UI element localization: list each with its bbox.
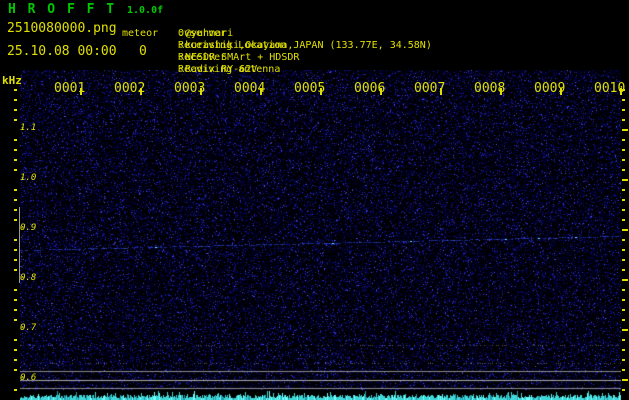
output-filename: 2510080000.png (7, 21, 117, 36)
freq-tick (622, 199, 625, 201)
info-value: Radix RY-62V (185, 64, 258, 75)
freq-tick (622, 289, 625, 291)
freq-tick (622, 379, 628, 381)
freq-tick (14, 309, 17, 311)
freq-tick (622, 229, 628, 231)
time-tick (380, 88, 382, 95)
time-tick (80, 88, 82, 95)
freq-tick (622, 309, 625, 311)
freq-tick (14, 199, 17, 201)
freq-tick (622, 129, 628, 131)
freq-tick (14, 389, 17, 391)
info-separator: : (178, 28, 185, 39)
freq-tick (14, 99, 17, 101)
meteor-count-label: meteor (122, 28, 159, 39)
freq-tick (622, 369, 625, 371)
freq-tick (14, 269, 17, 271)
freq-axis-unit: kHz (2, 74, 22, 87)
time-tick (200, 88, 202, 95)
info-separator: : (178, 64, 185, 75)
freq-tick (622, 109, 625, 111)
freq-tick (622, 139, 625, 141)
freq-tick (14, 299, 17, 301)
time-tick (500, 88, 502, 95)
freq-tick (14, 249, 17, 251)
time-tick (260, 88, 262, 95)
freq-tick (14, 289, 17, 291)
freq-tick (622, 249, 625, 251)
freq-tick (622, 119, 625, 121)
info-value: kurashiki,Okayama,JAPAN (133.77E, 34.58N… (185, 40, 432, 51)
freq-tick (622, 349, 625, 351)
freq-tick (622, 209, 625, 211)
freq-tick (622, 189, 625, 191)
freq-tick (14, 189, 17, 191)
freq-tick (14, 219, 17, 221)
freq-tick (622, 89, 625, 91)
freq-tick (622, 269, 625, 271)
freq-tick (14, 209, 17, 211)
time-tick (440, 88, 442, 95)
freq-tick (622, 279, 628, 281)
vertical-marker-line (19, 207, 20, 283)
freq-tick (14, 139, 17, 141)
freq-tick (622, 159, 625, 161)
freq-tick (14, 109, 17, 111)
info-value: @yuhmari (185, 28, 234, 39)
freq-tick (622, 149, 625, 151)
freq-tick (14, 169, 17, 171)
observer-info-block: Ovserver: @yuhmari Receiving Location: kur… (178, 4, 432, 76)
freq-tick (14, 349, 17, 351)
freq-tick (14, 359, 17, 361)
spectrogram-canvas (20, 70, 621, 400)
freq-tick (622, 329, 628, 331)
freq-tick (14, 159, 17, 161)
time-tick (620, 88, 622, 95)
freq-tick (622, 179, 628, 181)
info-separator: : (178, 52, 185, 63)
freq-tick (14, 239, 17, 241)
time-tick (560, 88, 562, 95)
freq-tick (622, 299, 625, 301)
observation-datetime: 25.10.08 00:00 (7, 44, 117, 59)
freq-tick (14, 319, 17, 321)
info-value: NESDR SMArt + HDSDR (185, 52, 300, 63)
hrofft-window: H R O F F T 1.0.0f 2510080000.png meteor… (0, 0, 629, 400)
freq-tick (14, 339, 17, 341)
freq-tick (14, 259, 17, 261)
freq-tick (14, 89, 17, 91)
freq-tick (14, 369, 17, 371)
freq-tick (622, 219, 625, 221)
time-tick (140, 88, 142, 95)
info-separator: : (178, 40, 185, 51)
freq-tick (14, 119, 17, 121)
app-version: 1.0.0f (127, 5, 164, 16)
app-title: H R O F F T (8, 2, 117, 17)
freq-tick (622, 319, 625, 321)
meteor-count-value: 0 (139, 44, 147, 59)
freq-tick (622, 239, 625, 241)
time-tick (320, 88, 322, 95)
freq-tick (622, 99, 625, 101)
freq-tick (622, 359, 625, 361)
freq-tick (622, 339, 625, 341)
freq-tick (622, 169, 625, 171)
freq-tick (14, 149, 17, 151)
freq-tick (622, 389, 625, 391)
freq-tick (622, 259, 625, 261)
